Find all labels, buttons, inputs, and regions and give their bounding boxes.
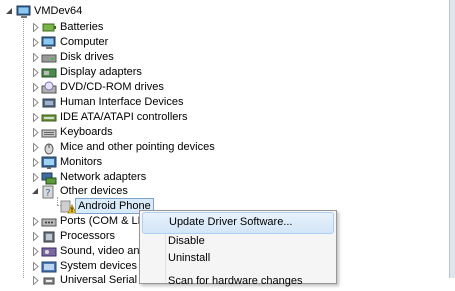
expand-arrow-icon[interactable] (32, 158, 39, 167)
expand-arrow-icon[interactable] (32, 23, 39, 32)
warning-device-icon (60, 200, 76, 214)
tree-item-label: System devices (60, 260, 138, 272)
window-right-edge (449, 0, 455, 278)
tree-item-monitors[interactable]: Monitors (0, 155, 260, 170)
expand-arrow-icon[interactable] (32, 262, 39, 271)
sound-icon (41, 245, 57, 259)
expand-arrow-icon[interactable] (32, 98, 39, 107)
tree-root[interactable]: VMDev64 (0, 4, 200, 19)
tree-item-label: DVD/CD-ROM drives (60, 81, 164, 93)
menu-item-scan-hardware[interactable]: Scan for hardware changes (142, 271, 334, 291)
tree-item-label: Processors (60, 230, 116, 242)
context-menu: Update Driver Software... Disable Uninst… (139, 210, 337, 287)
battery-icon (41, 21, 57, 35)
dvd-drive-icon (41, 81, 57, 95)
expand-arrow-icon[interactable] (32, 173, 39, 182)
tree-item-mice-and-other-pointing-devices[interactable]: Mice and other pointing devices (0, 140, 260, 155)
expand-arrow-icon[interactable] (32, 217, 39, 226)
expand-arrow-icon[interactable] (32, 143, 39, 152)
tree-item-display-adapters[interactable]: Display adapters (0, 65, 260, 80)
expand-arrow-icon[interactable] (32, 53, 39, 62)
tree-item-label: Monitors (60, 156, 103, 168)
tree-item-other-devices[interactable]: ? Other devices (0, 184, 260, 199)
tree-item-keyboards[interactable]: Keyboards (0, 125, 260, 140)
tree-item-ide-ata-atapi-controllers[interactable]: IDE ATA/ATAPI controllers (0, 110, 260, 125)
tree-item-label: Human Interface Devices (60, 96, 184, 108)
expand-arrow-icon[interactable] (32, 232, 39, 241)
tree-item-label: Keyboards (60, 126, 113, 138)
display-adapter-icon (41, 66, 57, 80)
tree-item-human-interface-devices[interactable]: Human Interface Devices (0, 95, 260, 110)
system-devices-icon (41, 260, 57, 274)
expand-arrow-icon[interactable] (32, 68, 39, 77)
tree-item-label: Batteries (60, 21, 104, 33)
ide-controller-icon (41, 111, 57, 125)
expand-arrow-icon[interactable] (32, 128, 39, 137)
collapse-arrow-icon[interactable] (6, 7, 13, 16)
disk-drive-icon (41, 51, 57, 65)
tree-item-label: Computer (60, 36, 109, 48)
computer-icon (41, 36, 57, 50)
collapse-arrow-icon[interactable] (32, 187, 39, 196)
expand-arrow-icon[interactable] (32, 113, 39, 122)
port-icon (41, 215, 57, 229)
tree-item-label: Ports (COM & LPT (60, 215, 152, 227)
usb-icon (41, 274, 57, 288)
computer-icon (16, 5, 32, 19)
tree-item-label: IDE ATA/ATAPI controllers (60, 111, 188, 123)
tree-item-network-adapters[interactable]: Network adapters (0, 170, 260, 185)
tree-item-computer[interactable]: Computer (0, 35, 260, 50)
other-devices-icon: ? (41, 185, 57, 199)
tree-item-label: Display adapters (60, 66, 142, 78)
expand-arrow-icon[interactable] (32, 247, 39, 256)
expand-arrow-icon[interactable] (32, 38, 39, 47)
expand-arrow-icon[interactable] (32, 83, 39, 92)
tree-item-disk-drives[interactable]: Disk drives (0, 50, 260, 65)
network-adapter-icon (41, 171, 57, 185)
keyboard-icon (41, 126, 57, 140)
menu-item-uninstall[interactable]: Uninstall (142, 248, 334, 268)
expand-arrow-icon[interactable] (32, 276, 39, 285)
hid-icon (41, 96, 57, 110)
mouse-icon (41, 141, 57, 155)
tree-item-dvd-cd-rom-drives[interactable]: DVD/CD-ROM drives (0, 80, 260, 95)
processor-icon (41, 230, 57, 244)
svg-text:?: ? (45, 188, 50, 199)
tree-item-batteries[interactable]: Batteries (0, 20, 260, 35)
tree-item-label: Disk drives (60, 51, 114, 63)
tree-item-label: Mice and other pointing devices (60, 141, 215, 153)
tree-item-label: Network adapters (60, 171, 147, 183)
tree-root-label: VMDev64 (34, 5, 83, 17)
monitor-icon (41, 156, 57, 170)
tree-item-label: Other devices (60, 185, 128, 197)
tree-item-label: Universal Serial B (60, 274, 148, 286)
tree-item-label: Sound, video and (60, 245, 146, 257)
